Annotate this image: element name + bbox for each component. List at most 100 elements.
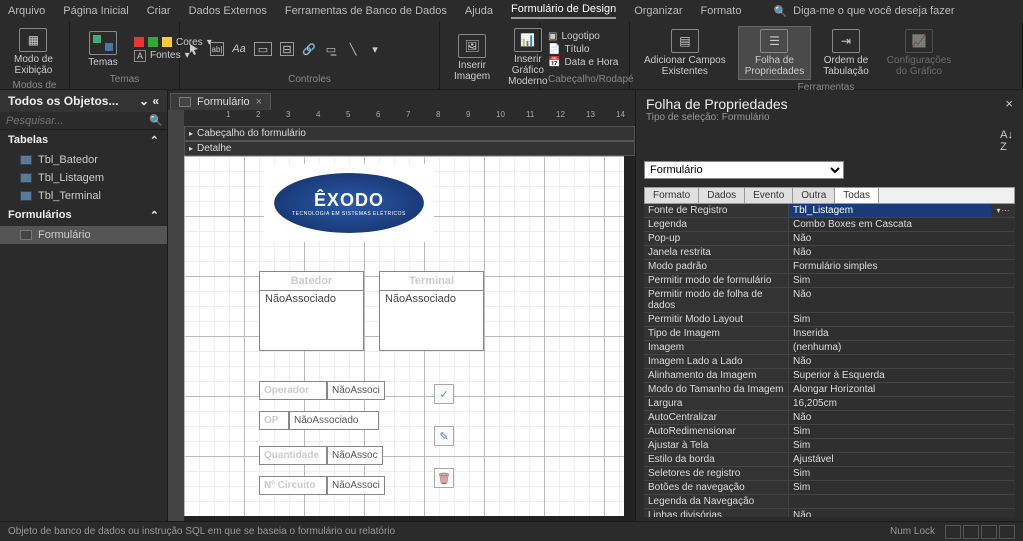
prop-row[interactable]: LegendaCombo Boxes em Cascata	[644, 218, 1015, 232]
prop-value[interactable]: Tbl_Listagem	[789, 204, 991, 217]
prop-value[interactable]: Ajustável	[789, 453, 1015, 466]
prop-row[interactable]: Imagem(nenhuma)	[644, 341, 1015, 355]
prop-tab-formato[interactable]: Formato	[645, 188, 699, 203]
field-op[interactable]: OPNãoAssociado	[259, 411, 379, 430]
logo-image[interactable]: ÊXODOTECNOLOGIA EM SISTEMAS ELÉTRICOS	[264, 164, 434, 242]
prop-value[interactable]: Combo Boxes em Cascata	[789, 218, 1015, 231]
prop-list[interactable]: Fonte de RegistroTbl_Listagem▾⋯LegendaCo…	[644, 204, 1015, 517]
prop-row[interactable]: Tipo de ImagemInserida	[644, 327, 1015, 341]
menu-ajuda[interactable]: Ajuda	[465, 5, 493, 17]
field-quantidade[interactable]: QuantidadeNãoAssoc	[259, 446, 383, 465]
prop-row[interactable]: Seletores de registroSim	[644, 467, 1015, 481]
prop-value[interactable]: Sim	[789, 274, 1015, 287]
menu-organizar[interactable]: Organizar	[634, 5, 682, 17]
nav-header[interactable]: Todos os Objetos...⌄ «	[0, 90, 167, 112]
form-formulario[interactable]: Formulário	[0, 226, 167, 244]
chevron-down-icon[interactable]: ⌄ «	[139, 94, 159, 108]
themes-button[interactable]: Temas	[78, 29, 128, 70]
prop-value[interactable]: Sim	[789, 481, 1015, 494]
object-selector[interactable]: Formulário	[644, 161, 844, 179]
prop-row[interactable]: Ajustar à TelaSim	[644, 439, 1015, 453]
section-formularios[interactable]: Formulários⌃	[0, 205, 167, 226]
tell-me-text[interactable]: Diga-me o que você deseja fazer	[793, 5, 954, 17]
prop-value[interactable]: Não	[789, 411, 1015, 424]
prop-row[interactable]: Botões de navegaçãoSim	[644, 481, 1015, 495]
prop-value[interactable]: Inserida	[789, 327, 1015, 340]
prop-row[interactable]: AutoCentralizarNão	[644, 411, 1015, 425]
prop-row[interactable]: Legenda da Navegação	[644, 495, 1015, 509]
prop-row[interactable]: Modo do Tamanho da ImagemAlongar Horizon…	[644, 383, 1015, 397]
prop-row[interactable]: Linhas divisóriasNão	[644, 509, 1015, 517]
prop-value[interactable]: Não	[789, 246, 1015, 259]
prop-value[interactable]: Sim	[789, 313, 1015, 326]
form-header-section[interactable]: ▸Cabeçalho do formulário	[184, 126, 635, 141]
view-mode-button[interactable]: ▦Modo de Exibição	[8, 26, 59, 78]
datetime-button[interactable]: 📅Data e Hora	[548, 57, 618, 68]
menu-formato[interactable]: Formato	[700, 5, 741, 17]
field-terminal[interactable]: Terminal NãoAssociado	[379, 271, 484, 351]
prop-value[interactable]: 16,205cm	[789, 397, 1015, 410]
prop-value[interactable]: Superior à Esquerda	[789, 369, 1015, 382]
textbox-icon[interactable]: ab|	[210, 42, 224, 56]
tab-order-button[interactable]: ⇥Ordem de Tabulação	[817, 27, 875, 79]
prop-value[interactable]: Sim	[789, 439, 1015, 452]
prop-row[interactable]: Alinhamento da ImagemSuperior à Esquerda	[644, 369, 1015, 383]
line-icon[interactable]: ╲	[346, 42, 360, 56]
prop-value[interactable]: Sim	[789, 425, 1015, 438]
insert-image-button[interactable]: 🖼Inserir Imagem	[448, 32, 496, 84]
tab-control-icon[interactable]: ⊟	[280, 42, 294, 56]
combo-icon[interactable]: ▭̲	[324, 42, 338, 56]
search-icon[interactable]: 🔍	[149, 114, 163, 127]
prop-row[interactable]: Fonte de RegistroTbl_Listagem▾⋯	[644, 204, 1015, 218]
prop-value[interactable]: (nenhuma)	[789, 341, 1015, 354]
prop-row[interactable]: Permitir modo de formulárioSim	[644, 274, 1015, 288]
more-controls-icon[interactable]: ▾	[368, 42, 382, 56]
select-tool-icon[interactable]	[188, 42, 202, 56]
button-icon[interactable]: ▭	[254, 42, 272, 56]
chart-config-button[interactable]: 📈Configurações do Gráfico	[881, 27, 957, 79]
label-icon[interactable]: Aa	[232, 42, 246, 56]
field-operador[interactable]: OperadorNãoAssoci	[259, 381, 385, 400]
prop-row[interactable]: Estilo da bordaAjustável	[644, 453, 1015, 467]
prop-row[interactable]: Pop-upNão	[644, 232, 1015, 246]
delete-button[interactable]: 🗑	[434, 468, 454, 488]
menu-dados-externos[interactable]: Dados Externos	[189, 5, 267, 17]
search-input[interactable]	[6, 115, 149, 127]
logo-button[interactable]: ▣Logotipo	[548, 31, 618, 42]
prop-value[interactable]: Não	[789, 288, 1015, 312]
check-button[interactable]: ✓	[434, 384, 454, 404]
prop-value[interactable]: Não	[789, 355, 1015, 368]
prop-builder-button[interactable]: ▾⋯	[991, 204, 1015, 217]
view-switcher[interactable]	[945, 525, 1015, 539]
close-icon[interactable]: ×	[1005, 96, 1013, 111]
prop-row[interactable]: AutoRedimensionarSim	[644, 425, 1015, 439]
property-sheet-button[interactable]: ☰Folha de Propriedades	[738, 26, 811, 80]
tab-formulario[interactable]: Formulário×	[170, 93, 271, 110]
close-icon[interactable]: ×	[256, 96, 262, 108]
prop-row[interactable]: Largura16,205cm	[644, 397, 1015, 411]
prop-row[interactable]: Janela restritaNão	[644, 246, 1015, 260]
detail-section[interactable]: ▸Detalhe	[184, 141, 635, 156]
menu-form-design[interactable]: Formulário de Design	[511, 3, 616, 19]
table-terminal[interactable]: Tbl_Terminal	[0, 187, 167, 205]
prop-tab-dados[interactable]: Dados	[699, 188, 745, 203]
edit-button[interactable]: ✎	[434, 426, 454, 446]
prop-row[interactable]: Permitir modo de folha de dadosNão	[644, 288, 1015, 313]
prop-value[interactable]: Formulário simples	[789, 260, 1015, 273]
prop-value[interactable]: Não	[789, 232, 1015, 245]
table-listagem[interactable]: Tbl_Listagem	[0, 169, 167, 187]
menu-arquivo[interactable]: Arquivo	[8, 5, 45, 17]
prop-value[interactable]: Não	[789, 509, 1015, 517]
prop-row[interactable]: Permitir Modo LayoutSim	[644, 313, 1015, 327]
field-batedor[interactable]: Batedor NãoAssociado	[259, 271, 364, 351]
menu-criar[interactable]: Criar	[147, 5, 171, 17]
prop-tab-todas[interactable]: Todas	[835, 188, 879, 203]
prop-row[interactable]: Imagem Lado a LadoNão	[644, 355, 1015, 369]
menu-ferramentas-bd[interactable]: Ferramentas de Banco de Dados	[285, 5, 447, 17]
title-button[interactable]: 📄Título	[548, 44, 618, 55]
add-fields-button[interactable]: ▤Adicionar Campos Existentes	[638, 27, 732, 79]
link-icon[interactable]: 🔗	[302, 42, 316, 56]
field-circuito[interactable]: Nº CircuitoNãoAssoci	[259, 476, 385, 495]
nav-search[interactable]: 🔍	[0, 112, 167, 130]
table-batedor[interactable]: Tbl_Batedor	[0, 151, 167, 169]
